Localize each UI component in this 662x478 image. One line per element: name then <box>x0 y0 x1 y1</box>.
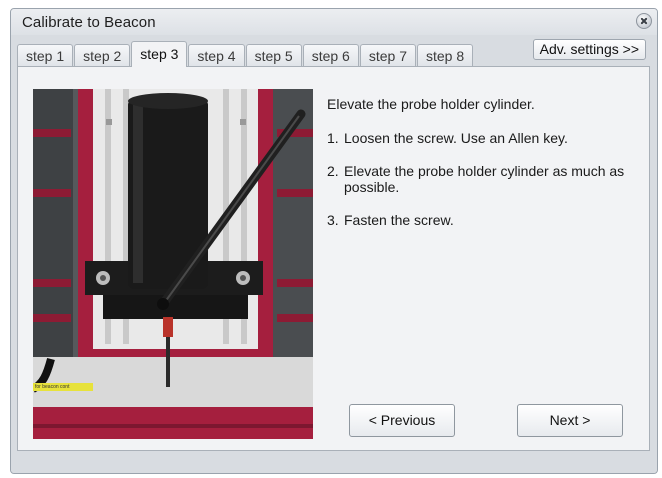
next-button[interactable]: Next > <box>517 404 623 437</box>
tab-step-3[interactable]: step 3 <box>131 41 188 67</box>
probe-holder-photo: for beacon cont <box>33 89 313 439</box>
step-panel: for beacon cont Elevate the probe holder… <box>17 66 650 451</box>
step-number: 3. <box>327 212 339 228</box>
instructions-intro: Elevate the probe holder cylinder. <box>327 96 535 112</box>
close-icon[interactable] <box>636 13 652 29</box>
tab-step-5[interactable]: step 5 <box>245 44 302 67</box>
instructions: Elevate the probe holder cylinder. 1. Lo… <box>327 96 632 245</box>
instruction-step: 2. Elevate the probe holder cylinder as … <box>327 163 632 195</box>
tab-step-1[interactable]: step 1 <box>17 44 74 67</box>
title-bar: Calibrate to Beacon <box>11 9 657 35</box>
step-number: 2. <box>327 163 339 179</box>
tab-step-2[interactable]: step 2 <box>74 44 131 67</box>
photo-label: for beacon cont <box>35 384 70 390</box>
instruction-step: 3. Fasten the screw. <box>327 212 632 228</box>
probe-holder-illustration <box>33 89 313 439</box>
step-text: Elevate the probe holder cylinder as muc… <box>344 163 625 195</box>
step-text: Loosen the screw. Use an Allen key. <box>344 130 568 146</box>
previous-button[interactable]: < Previous <box>349 404 455 437</box>
step-number: 1. <box>327 130 339 146</box>
instruction-step: 1. Loosen the screw. Use an Allen key. <box>327 130 632 146</box>
status-bar <box>11 451 657 473</box>
adv-settings-button[interactable]: Adv. settings >> <box>532 39 646 60</box>
step-text: Fasten the screw. <box>344 212 454 228</box>
window-title: Calibrate to Beacon <box>22 14 156 31</box>
step-tabs: step 1 step 2 step 3 step 4 step 5 step … <box>17 41 474 67</box>
tab-step-8[interactable]: step 8 <box>416 44 474 67</box>
tab-step-7[interactable]: step 7 <box>359 44 416 67</box>
tab-step-6[interactable]: step 6 <box>302 44 359 67</box>
instruction-steps: 1. Loosen the screw. Use an Allen key. 2… <box>327 130 632 228</box>
calibrate-dialog: Calibrate to Beacon step 1 step 2 step 3… <box>10 8 658 474</box>
tab-step-4[interactable]: step 4 <box>188 44 245 67</box>
